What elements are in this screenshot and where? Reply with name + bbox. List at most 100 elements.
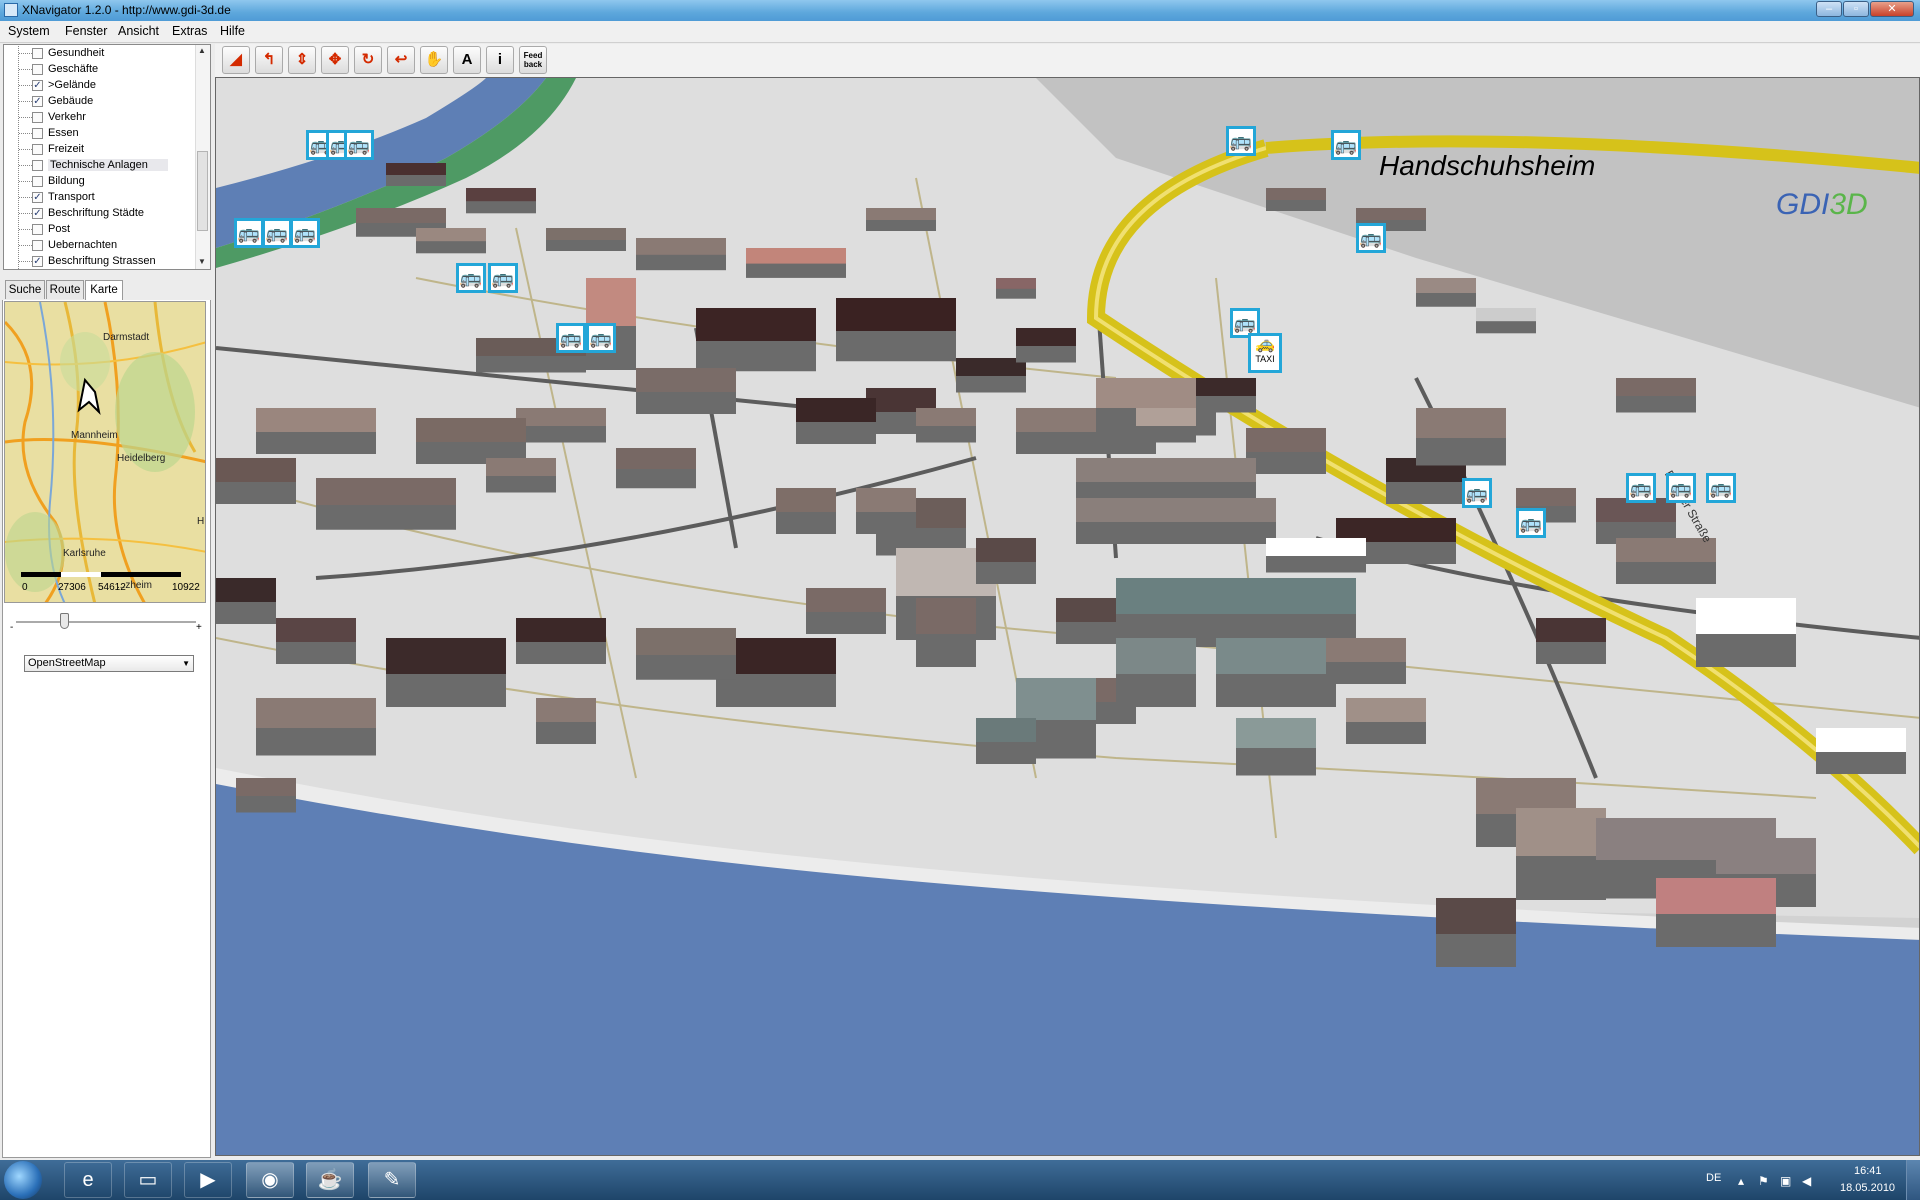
bus-stop-marker[interactable]: 🚌: [586, 323, 616, 353]
windows-start-icon[interactable]: [4, 1161, 42, 1199]
tray-network-icon[interactable]: ▣: [1780, 1174, 1791, 1188]
minimize-icon: –: [1825, 3, 1833, 15]
layer-checkbox[interactable]: ✓: [32, 192, 43, 203]
layer-checkbox[interactable]: [32, 144, 43, 155]
layer-item[interactable]: ✓ Gebäude: [4, 94, 196, 109]
menu-extras[interactable]: Extras: [172, 24, 207, 38]
clock-time[interactable]: 16:41: [1854, 1165, 1882, 1177]
layer-checkbox[interactable]: ✓: [32, 96, 43, 107]
bus-stop-marker[interactable]: 🚌: [1626, 473, 1656, 503]
tray-volume-icon[interactable]: ◀: [1802, 1174, 1811, 1188]
layer-item[interactable]: Gesundheit: [4, 46, 196, 61]
firefox-taskbar-button[interactable]: ◉: [246, 1162, 294, 1198]
layer-item[interactable]: ✓ Beschriftung Städte: [4, 206, 196, 221]
scroll-thumb[interactable]: [197, 151, 208, 231]
tree-branch: [19, 213, 32, 214]
java-taskbar-button[interactable]: ☕: [306, 1162, 354, 1198]
media-player-icon: ▶: [200, 1169, 216, 1191]
bus-stop-marker[interactable]: 🚌: [456, 263, 486, 293]
layer-item[interactable]: ✓ Beschriftung Strassen: [4, 254, 196, 269]
clock-date[interactable]: 18.05.2010: [1840, 1182, 1895, 1194]
map-source-select[interactable]: OpenStreetMap ▼: [24, 655, 194, 672]
turn-button[interactable]: ↰: [255, 46, 283, 74]
zoom-slider-track[interactable]: [16, 621, 196, 623]
layer-checkbox[interactable]: [32, 240, 43, 251]
close-button[interactable]: ✕: [1870, 1, 1914, 17]
bus-stop-marker[interactable]: 🚌: [344, 130, 374, 160]
bus-stop-marker[interactable]: 🚌: [1226, 126, 1256, 156]
bus-stop-marker[interactable]: 🚌: [1516, 508, 1546, 538]
overview-map[interactable]: Darmstadt Mannheim Heidelberg Karlsruhe …: [4, 301, 206, 603]
3d-map-view[interactable]: Handschuhsheim GDI3D Berliner Straße 🚌 🚌 🚌…: [215, 77, 1920, 1156]
bus-stop-marker[interactable]: 🚌: [234, 218, 264, 248]
layer-item[interactable]: Geschäfte: [4, 62, 196, 77]
layer-label: Technische Anlagen: [48, 159, 168, 171]
map-label-karlsruhe: Karlsruhe: [63, 548, 106, 559]
layer-item[interactable]: Uebernachten: [4, 238, 196, 253]
bus-stop-marker[interactable]: 🚌: [1666, 473, 1696, 503]
navigate-mode-button[interactable]: ◢: [222, 46, 250, 74]
taxi-icon: 🚕: [1255, 336, 1275, 353]
bus-stop-marker[interactable]: 🚌: [1462, 478, 1492, 508]
tab-suche[interactable]: Suche: [5, 280, 45, 299]
layer-item[interactable]: Freizeit: [4, 142, 196, 157]
paint-taskbar-button[interactable]: ✎: [368, 1162, 416, 1198]
bus-stop-marker[interactable]: 🚌: [556, 323, 586, 353]
layer-checkbox[interactable]: [32, 160, 43, 171]
layer-checkbox[interactable]: [32, 112, 43, 123]
layer-checkbox[interactable]: [32, 176, 43, 187]
pan-button[interactable]: ✥: [321, 46, 349, 74]
menu-hilfe[interactable]: Hilfe: [220, 24, 245, 38]
menu-ansicht[interactable]: Ansicht: [118, 24, 159, 38]
tray-expand-icon[interactable]: ▴: [1738, 1174, 1744, 1188]
layer-checkbox[interactable]: ✓: [32, 256, 43, 267]
paint-icon: ✎: [383, 1169, 401, 1191]
layer-item[interactable]: Bildung: [4, 174, 196, 189]
back-button[interactable]: ↩: [387, 46, 415, 74]
zoom-slider-knob[interactable]: [60, 613, 69, 629]
tab-route[interactable]: Route: [46, 280, 84, 299]
bus-stop-marker[interactable]: 🚌: [262, 218, 292, 248]
ie-taskbar-button[interactable]: e: [64, 1162, 112, 1198]
maximize-button[interactable]: ▫: [1843, 1, 1869, 17]
tray-language[interactable]: DE: [1706, 1172, 1721, 1184]
explorer-taskbar-button[interactable]: ▭: [124, 1162, 172, 1198]
info-button[interactable]: i: [486, 46, 514, 74]
tab-karte[interactable]: Karte: [85, 280, 123, 301]
layer-checkbox[interactable]: ✓: [32, 208, 43, 219]
taxi-stand-marker[interactable]: 🚕 TAXI: [1248, 333, 1282, 373]
hand-button[interactable]: ✋: [420, 46, 448, 74]
minimize-button[interactable]: –: [1816, 1, 1842, 17]
map-label-darmstadt: Darmstadt: [103, 332, 150, 343]
zoom-slider[interactable]: - +: [10, 612, 202, 633]
menu-system[interactable]: System: [8, 24, 50, 38]
layer-checkbox[interactable]: [32, 128, 43, 139]
scroll-up-icon[interactable]: ▲: [198, 46, 206, 55]
feedback-button[interactable]: Feed back: [519, 46, 547, 74]
layer-scrollbar[interactable]: ▲ ▼: [195, 45, 210, 269]
layer-item[interactable]: Verkehr: [4, 110, 196, 125]
tree-branch: [19, 117, 32, 118]
layer-checkbox[interactable]: [32, 48, 43, 59]
show-desktop-button[interactable]: [1906, 1160, 1920, 1200]
bus-stop-marker[interactable]: 🚌: [1331, 130, 1361, 160]
bus-stop-marker[interactable]: 🚌: [1356, 223, 1386, 253]
media-player-taskbar-button[interactable]: ▶: [184, 1162, 232, 1198]
layer-item[interactable]: Essen: [4, 126, 196, 141]
scroll-down-icon[interactable]: ▼: [198, 257, 206, 266]
bus-stop-marker[interactable]: 🚌: [1706, 473, 1736, 503]
layer-item[interactable]: ✓ >Gelände: [4, 78, 196, 93]
move-up-down-button[interactable]: ⇕: [288, 46, 316, 74]
layer-item[interactable]: ✓ Transport: [4, 190, 196, 205]
layer-checkbox[interactable]: ✓: [32, 80, 43, 91]
menu-fenster[interactable]: Fenster: [65, 24, 107, 38]
tray-flag-icon[interactable]: ⚑: [1758, 1174, 1769, 1188]
annotation-button[interactable]: A: [453, 46, 481, 74]
layer-checkbox[interactable]: [32, 64, 43, 75]
bus-stop-marker[interactable]: 🚌: [290, 218, 320, 248]
rotate-button[interactable]: ↻: [354, 46, 382, 74]
bus-stop-marker[interactable]: 🚌: [488, 263, 518, 293]
layer-item[interactable]: Technische Anlagen: [4, 158, 196, 173]
layer-checkbox[interactable]: [32, 224, 43, 235]
layer-item[interactable]: Post: [4, 222, 196, 237]
